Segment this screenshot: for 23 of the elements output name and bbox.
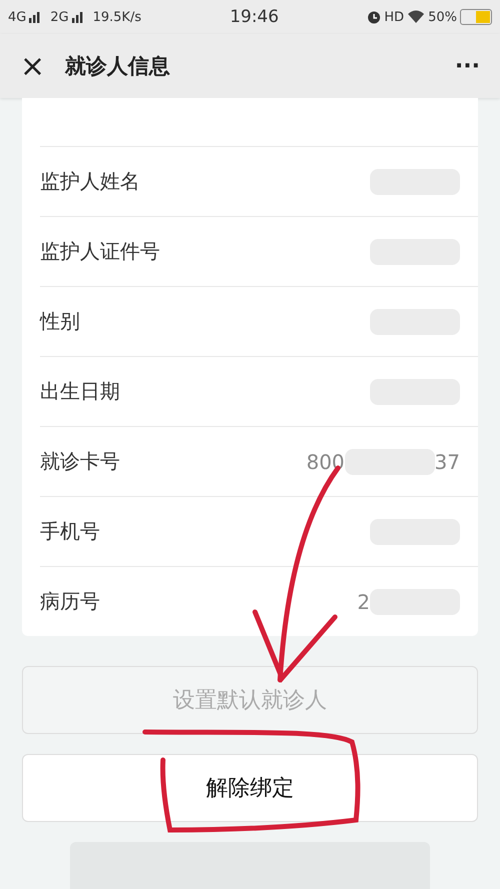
field-label: 病历号 [40,588,100,615]
field-label: 手机号 [40,518,100,545]
field-label: 监护人姓名 [40,168,140,195]
field-value: 2 [357,590,370,614]
field-value: 37 [434,450,460,474]
field-label: 就诊卡号 [40,448,120,475]
unbind-button[interactable]: 解除绑定 [22,754,478,822]
close-button[interactable]: × [14,48,52,84]
speed-text: 19.5K/s [92,10,142,24]
battery-icon [460,9,492,25]
field-label: 监护人证件号 [40,238,160,265]
hd-label: HD [384,10,404,24]
battery-text: 50% [428,10,457,24]
field-label: 性别 [40,308,80,335]
clock-text: 19:46 [230,7,279,27]
wifi-icon [407,10,426,24]
network-label: 2G [50,10,69,24]
network-label: 4G [8,10,26,24]
more-button[interactable]: ··· [448,52,486,80]
field-label: 出生日期 [40,378,120,405]
field-value: 800 [306,450,345,474]
page-title: 就诊人信息 [65,53,172,80]
alarm-icon [367,10,382,24]
